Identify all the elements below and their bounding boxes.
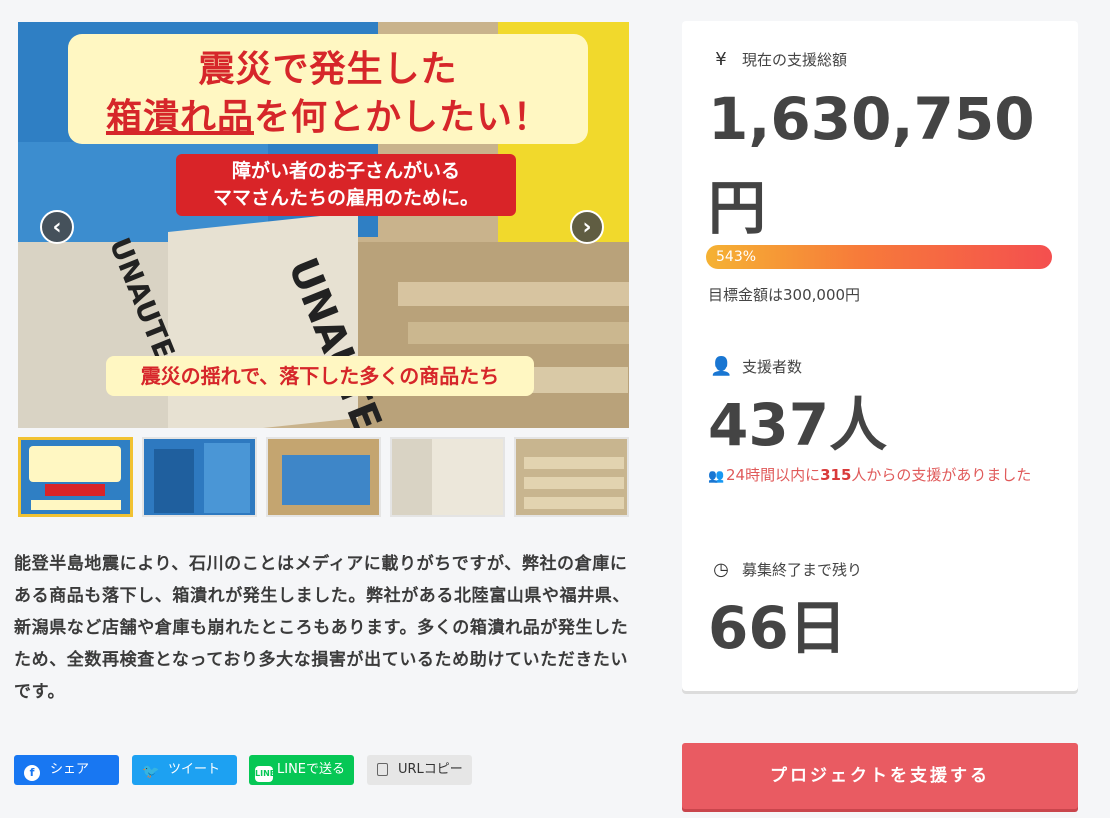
image-subheadline: 障がい者のお子さんがいる ママさんたちの雇用のために。 bbox=[176, 154, 516, 216]
recent-supporters-count: 315 bbox=[820, 466, 852, 484]
thumbnail-5[interactable] bbox=[514, 437, 629, 517]
total-amount-label: ¥ 現在の支援総額 bbox=[710, 49, 847, 70]
image-caption: 震災の揺れで、落下した多くの商品たち bbox=[106, 356, 534, 396]
facebook-icon: f bbox=[24, 765, 40, 781]
thumbnail-box bbox=[204, 443, 250, 513]
thumbnail-strip bbox=[18, 437, 629, 517]
project-description: 能登半島地震により、石川のことはメディアに載りがちですが、弊社の倉庫にある商品も… bbox=[14, 554, 630, 702]
url-copy-label: URLコピー bbox=[398, 762, 463, 777]
total-amount-value: 1,630,750 bbox=[708, 85, 1035, 153]
support-project-button[interactable]: プロジェクトを支援する bbox=[682, 743, 1078, 809]
thumbnail-headline bbox=[29, 446, 121, 482]
thumbnail-caption bbox=[31, 500, 121, 510]
recent-supporters-suffix: 人からの支援がありました bbox=[851, 466, 1032, 484]
image-headline-line2: 箱潰れ品を何とかしたい！ bbox=[68, 88, 588, 140]
image-subheadline-line1: 障がい者のお子さんがいる bbox=[231, 160, 460, 182]
supporters-label: 👤 支援者数 bbox=[710, 356, 802, 377]
cardboard-boxes bbox=[398, 282, 629, 306]
url-copy-button[interactable]: URLコピー bbox=[367, 755, 472, 785]
yen-icon: ¥ bbox=[715, 49, 727, 70]
image-subheadline-line2: ママさんたちの雇用のために。 bbox=[212, 187, 479, 209]
thumbnail-box bbox=[524, 477, 624, 489]
chevron-left-icon: ‹ bbox=[52, 215, 62, 240]
thumbnail-3[interactable] bbox=[266, 437, 381, 517]
thumbnail-box bbox=[524, 457, 624, 469]
funding-progress-bar: 543% bbox=[706, 245, 1052, 269]
facebook-share-label: シェア bbox=[50, 762, 90, 777]
thumbnail-box bbox=[154, 449, 194, 513]
thumbnail-1[interactable] bbox=[18, 437, 133, 517]
funding-stats-panel: ¥ 現在の支援総額 1,630,750 円 543% 目標金額は300,000円 … bbox=[682, 21, 1078, 691]
remaining-label-text: 募集終了まで残り bbox=[742, 561, 863, 579]
image-headline-line1: 震災で発生した bbox=[198, 49, 458, 90]
supporters-label-text: 支援者数 bbox=[742, 358, 803, 376]
facebook-share-button[interactable]: f シェア bbox=[14, 755, 119, 785]
clock-icon: ◷ bbox=[713, 559, 729, 580]
twitter-tweet-label: ツイート bbox=[168, 762, 221, 777]
thumbnail-4[interactable] bbox=[390, 437, 505, 517]
user-icon: 👤 bbox=[710, 356, 733, 377]
supporters-count: 437人 bbox=[708, 391, 888, 459]
user-clock-icon: 👥 bbox=[708, 469, 725, 484]
recent-supporters-prefix: 24時間以内に bbox=[726, 466, 821, 484]
slider-next-button[interactable]: › bbox=[570, 210, 604, 244]
slider-prev-button[interactable]: ‹ bbox=[40, 210, 74, 244]
image-headline-underlined: 箱潰れ品 bbox=[105, 97, 254, 138]
total-amount-unit: 円 bbox=[708, 174, 767, 242]
main-project-image[interactable]: UNAUTE UNAUTE 震災で発生した 箱潰れ品を何とかしたい！ 障がい者の… bbox=[18, 22, 629, 428]
line-icon: LINE bbox=[255, 766, 275, 782]
chevron-right-icon: › bbox=[582, 215, 592, 240]
total-amount-label-text: 現在の支援総額 bbox=[742, 51, 848, 69]
thumbnail-subheadline bbox=[45, 484, 105, 496]
goal-amount-text: 目標金額は300,000円 bbox=[708, 286, 861, 304]
thumbnail-box bbox=[524, 497, 624, 509]
copy-icon bbox=[377, 763, 388, 776]
thumbnail-2[interactable] bbox=[142, 437, 257, 517]
cardboard-boxes bbox=[408, 322, 629, 344]
recent-supporters-notice: 👥 24時間以内に315人からの支援がありました bbox=[708, 466, 1058, 486]
remaining-days: 66日 bbox=[708, 594, 847, 662]
thumbnail-box bbox=[432, 439, 503, 515]
line-send-button[interactable]: LINE LINEで送る bbox=[249, 755, 354, 785]
image-headline-rest: を何とかしたい！ bbox=[254, 97, 551, 138]
thumbnail-box bbox=[282, 455, 370, 505]
funding-percent: 543% bbox=[716, 249, 757, 265]
twitter-tweet-button[interactable]: 🐦 ツイート bbox=[132, 755, 237, 785]
line-send-label: LINEで送る bbox=[277, 762, 346, 777]
twitter-bird-icon: 🐦 bbox=[142, 764, 160, 780]
remaining-label: ◷ 募集終了まで残り bbox=[710, 559, 862, 580]
image-headline-box: 震災で発生した 箱潰れ品を何とかしたい！ bbox=[68, 34, 588, 144]
